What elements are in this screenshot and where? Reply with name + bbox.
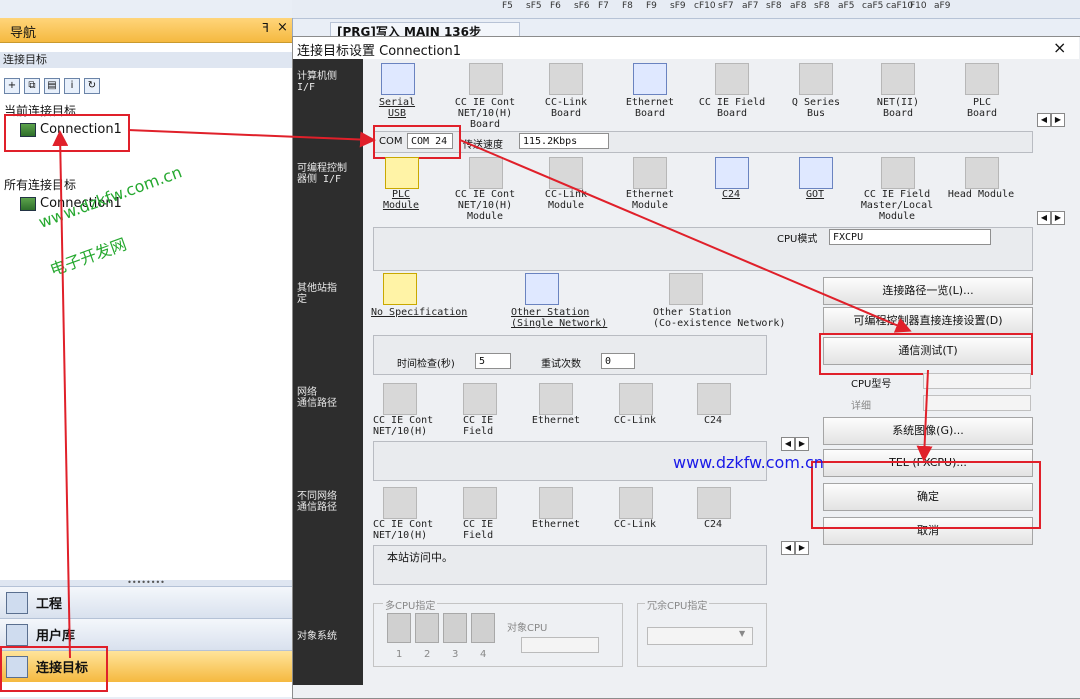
arrow-nav-to-connection bbox=[52, 130, 71, 659]
arrow-connection-to-com bbox=[127, 129, 376, 148]
arrow-com-to-test bbox=[459, 139, 912, 333]
annotation-arrows bbox=[52, 129, 933, 659]
arrow-test-to-ok bbox=[916, 369, 933, 462]
